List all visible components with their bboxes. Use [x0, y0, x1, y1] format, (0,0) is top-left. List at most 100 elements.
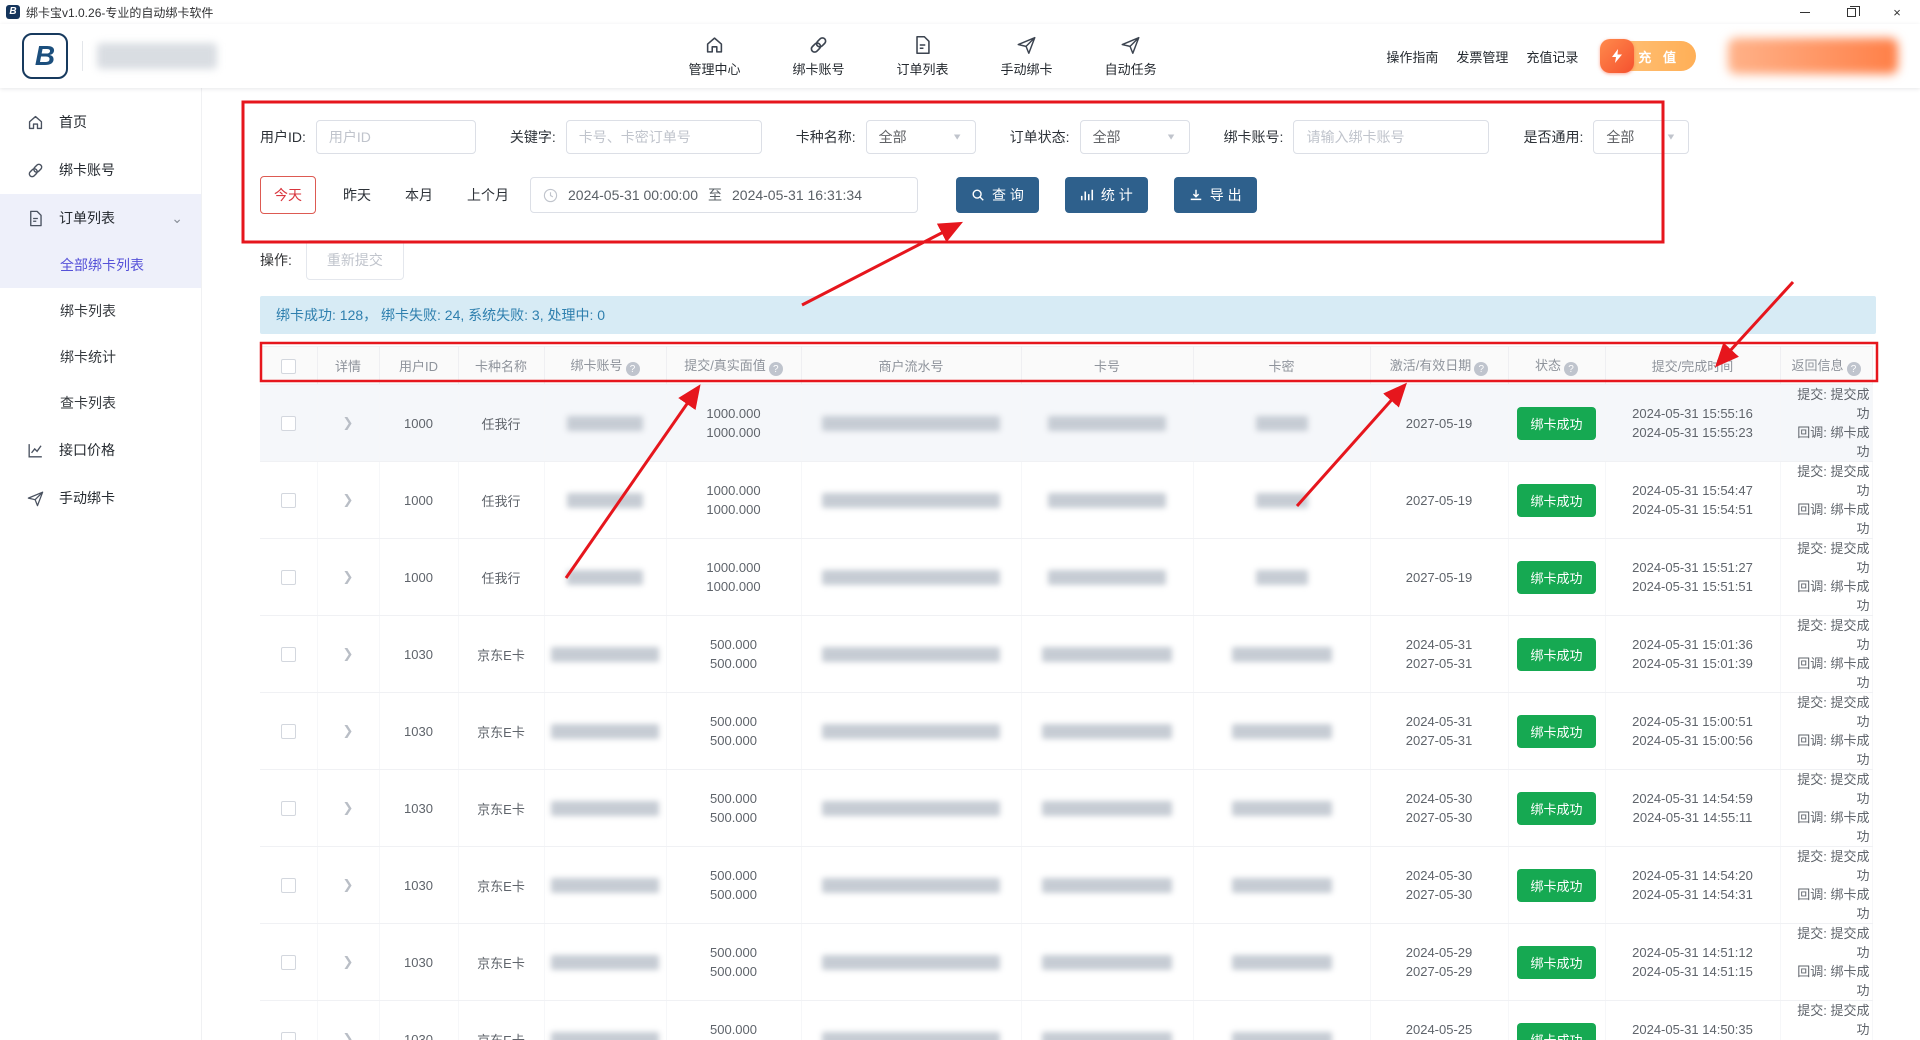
status-badge: 绑卡成功: [1517, 561, 1595, 594]
column-header-状态: 状态?: [1508, 347, 1605, 385]
expand-row-icon[interactable]: ❯: [343, 1031, 354, 1040]
stats-button[interactable]: 统 计: [1065, 177, 1148, 213]
sidebar-subitem-绑卡列表[interactable]: 绑卡列表: [0, 288, 201, 334]
table-row: ❯1030京东E卡500.000500.0002024-05-292027-05…: [260, 924, 1872, 1001]
row-checkbox[interactable]: [281, 570, 296, 585]
summary-bar: 绑卡成功: 128， 绑卡失败: 24, 系统失败: 3, 处理中: 0: [260, 296, 1876, 334]
status-badge: 绑卡成功: [1517, 715, 1595, 748]
quick-today-button[interactable]: 今天: [260, 176, 316, 214]
help-icon[interactable]: ?: [1474, 362, 1488, 376]
cell-times: 2024-05-31 14:54:202024-05-31 14:54:31: [1605, 847, 1780, 924]
row-checkbox[interactable]: [281, 878, 296, 893]
row-checkbox[interactable]: [281, 724, 296, 739]
nav-自动任务[interactable]: 自动任务: [1105, 34, 1157, 78]
date-range-input[interactable]: 2024-05-31 00:00:00 至 2024-05-31 16:31:3…: [530, 177, 918, 213]
expand-row-icon[interactable]: ❯: [343, 877, 354, 892]
expand-row-icon[interactable]: ❯: [343, 723, 354, 738]
expand-row-icon[interactable]: ❯: [343, 569, 354, 584]
quick-this-month-button[interactable]: 本月: [392, 177, 446, 213]
nav-订单列表[interactable]: 订单列表: [897, 34, 949, 78]
cell-card-type: 京东E卡: [458, 616, 544, 693]
sidebar-subitem-查卡列表[interactable]: 查卡列表: [0, 380, 201, 426]
row-checkbox[interactable]: [281, 955, 296, 970]
help-icon[interactable]: ?: [626, 362, 640, 376]
quick-last-month-button[interactable]: 上个月: [454, 177, 522, 213]
sidebar-item-order-list[interactable]: 订单列表⌄: [0, 194, 201, 242]
order-status-select[interactable]: 全部▼: [1080, 120, 1190, 154]
help-icon[interactable]: ?: [1564, 362, 1578, 376]
quick-yesterday-button[interactable]: 昨天: [330, 177, 384, 213]
header-select-all[interactable]: [260, 347, 317, 385]
cell-user-id: 1000: [379, 462, 458, 539]
expand-row-icon[interactable]: ❯: [343, 415, 354, 430]
query-button[interactable]: 查 询: [956, 177, 1039, 213]
status-badge: 绑卡成功: [1517, 1023, 1595, 1040]
cell-card-type: 任我行: [458, 539, 544, 616]
export-button[interactable]: 导 出: [1174, 177, 1257, 213]
cell-active-dates: 2024-05-312027-05-31: [1370, 616, 1508, 693]
blurred-username: [97, 43, 217, 69]
home-icon: [704, 34, 726, 56]
row-checkbox[interactable]: [281, 801, 296, 816]
cell-card-type: 任我行: [458, 462, 544, 539]
nav-手动绑卡[interactable]: 手动绑卡: [1001, 34, 1053, 78]
cell-face-value: 500.000500.000: [666, 847, 801, 924]
sidebar-item-api-price[interactable]: 接口价格: [0, 426, 201, 474]
table-row: ❯1000任我行1000.0001000.0002027-05-19绑卡成功20…: [260, 385, 1872, 462]
cell-face-value: 500.000500.000: [666, 693, 801, 770]
cell-times: 2024-05-31 15:51:272024-05-31 15:51:51: [1605, 539, 1780, 616]
cell-merchant-no-blurred: [801, 693, 1021, 770]
sidebar-item-home[interactable]: 首页: [0, 98, 201, 146]
link-recharge-record[interactable]: 充值记录: [1526, 47, 1578, 66]
blurred-account-button[interactable]: [1728, 38, 1898, 74]
nav-管理中心[interactable]: 管理中心: [689, 34, 741, 78]
main-nav: 管理中心 绑卡账号 订单列表 手动绑卡 自动任务: [689, 34, 1157, 78]
link-operation-guide[interactable]: 操作指南: [1386, 47, 1438, 66]
expand-row-icon[interactable]: ❯: [343, 492, 354, 507]
cell-face-value: 1000.0001000.000: [666, 539, 801, 616]
resubmit-button[interactable]: 重新提交: [306, 240, 404, 280]
sidebar-subitem-全部绑卡列表[interactable]: 全部绑卡列表: [0, 242, 201, 288]
universal-select[interactable]: 全部▼: [1593, 120, 1689, 154]
cell-card-secret-blurred: [1193, 462, 1370, 539]
card-type-label: 卡种名称:: [796, 127, 856, 147]
column-header-商户流水号: 商户流水号: [801, 347, 1021, 385]
filter-row: 用户ID: 用户ID 关键字: 卡号、卡密订单号 卡种名称: 全部▼ 订单状态:…: [260, 120, 1876, 154]
close-button[interactable]: ×: [1874, 0, 1920, 24]
recharge-button[interactable]: 充 值: [1604, 41, 1696, 71]
row-checkbox[interactable]: [281, 493, 296, 508]
bar-chart-icon: [1080, 188, 1094, 202]
sidebar-item-manual-bind[interactable]: 手动绑卡: [0, 474, 201, 522]
cell-times: 2024-05-31 14:54:592024-05-31 14:55:11: [1605, 770, 1780, 847]
nav-绑卡账号[interactable]: 绑卡账号: [793, 34, 845, 78]
cell-result: 提交: 提交成功回调: 绑卡成功: [1780, 847, 1872, 924]
cell-result: 提交: 提交成功回调: 绑卡成功: [1780, 693, 1872, 770]
restore-button[interactable]: [1828, 0, 1874, 24]
row-checkbox[interactable]: [281, 647, 296, 662]
keyword-input[interactable]: 卡号、卡密订单号: [566, 120, 762, 154]
sidebar-subitem-绑卡统计[interactable]: 绑卡统计: [0, 334, 201, 380]
select-all-checkbox[interactable]: [281, 359, 296, 374]
minimize-button[interactable]: [1782, 0, 1828, 24]
link-invoice-management[interactable]: 发票管理: [1456, 47, 1508, 66]
expand-row-icon[interactable]: ❯: [343, 954, 354, 969]
expand-row-icon[interactable]: ❯: [343, 646, 354, 661]
help-icon[interactable]: ?: [769, 362, 783, 376]
row-checkbox[interactable]: [281, 1032, 296, 1040]
chevron-down-icon: ⌄: [171, 210, 183, 227]
column-header-提交/真实面值: 提交/真实面值?: [666, 347, 801, 385]
home-icon: [26, 113, 45, 132]
bind-account-input[interactable]: 请输入绑卡账号: [1293, 120, 1489, 154]
card-type-select[interactable]: 全部▼: [866, 120, 976, 154]
bind-account-label: 绑卡账号:: [1224, 127, 1284, 147]
row-checkbox[interactable]: [281, 416, 296, 431]
sidebar-item-bind-account[interactable]: 绑卡账号: [0, 146, 201, 194]
cell-card-no-blurred: [1021, 462, 1193, 539]
expand-row-icon[interactable]: ❯: [343, 800, 354, 815]
cell-face-value: 1000.0001000.000: [666, 385, 801, 462]
help-icon[interactable]: ?: [1847, 362, 1861, 376]
send-icon: [26, 489, 45, 508]
cell-times: 2024-05-31 15:00:512024-05-31 15:00:56: [1605, 693, 1780, 770]
user-id-input[interactable]: 用户ID: [316, 120, 476, 154]
cell-times: 2024-05-31 15:54:472024-05-31 15:54:51: [1605, 462, 1780, 539]
